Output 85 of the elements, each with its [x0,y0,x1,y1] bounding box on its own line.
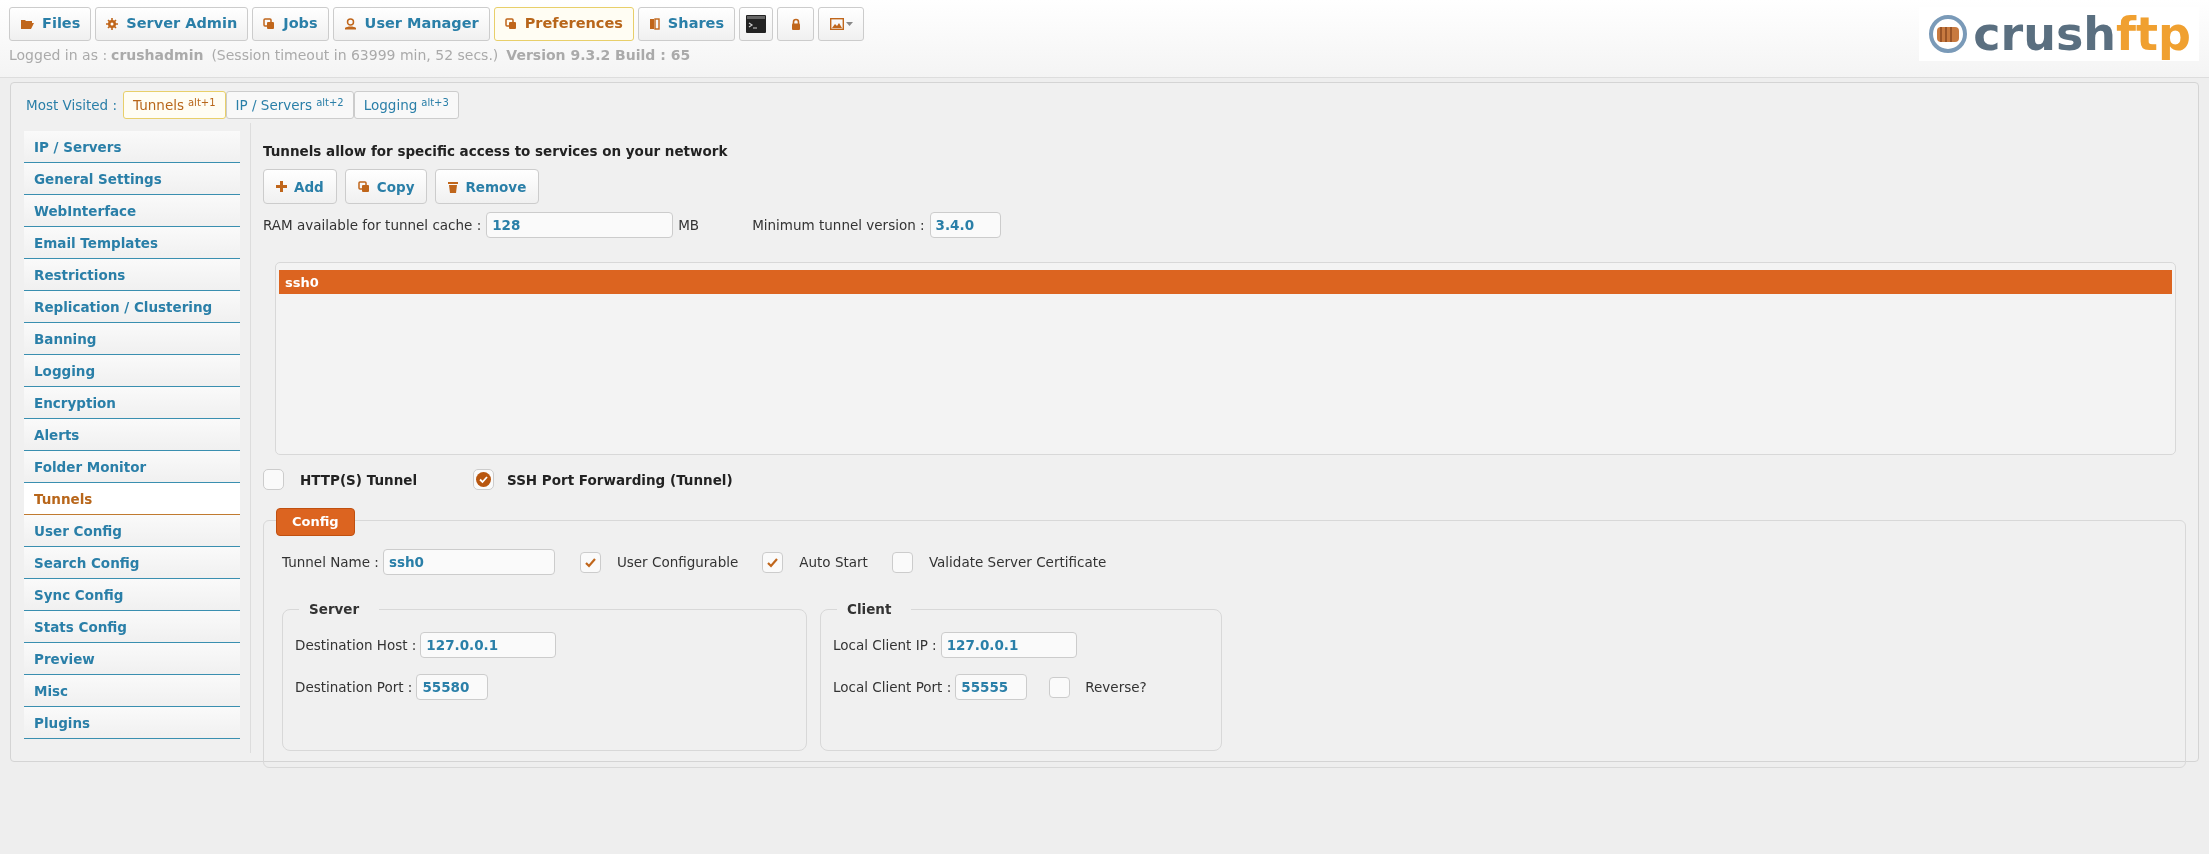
nav-button[interactable]: User Manager [332,7,490,41]
image-dropdown-button[interactable] [818,7,865,41]
book-icon [648,18,660,30]
gear-icon [106,18,119,30]
caret-icon [845,22,853,26]
checkmark-icon [766,556,780,568]
input-field[interactable]: 55555 [955,674,1028,701]
checkbox-label: User Configurable [616,553,739,573]
session-timeout: (Session timeout in 63999 min, 52 secs.) [211,46,499,65]
most-visited-label: Most Visited : [26,95,117,115]
copy-icon [504,18,517,30]
copy-icon [263,18,276,30]
sidebar-item[interactable]: User Config [24,515,240,547]
checkmark-icon [583,556,597,568]
sidebar-item[interactable]: Logging [24,355,240,387]
field-label: Destination Host : [295,636,417,656]
lock-button[interactable] [777,7,815,41]
checked-dot-icon [476,472,492,488]
input-field[interactable]: 127.0.0.1 [940,632,1077,659]
field-label: RAM available for tunnel cache : [263,216,482,236]
session-label: Logged in as : [9,46,108,65]
sidebar-item[interactable]: Banning [24,323,240,355]
nav-button[interactable]: Shares [637,7,736,41]
radio-button[interactable] [473,469,495,491]
user-icon [343,18,357,30]
sidebar-item[interactable]: Tunnels [24,483,240,515]
terminal-icon [746,15,767,33]
sidebar-item[interactable]: Email Templates [24,227,240,259]
copy-icon [357,180,370,193]
terminal-button[interactable] [739,7,774,41]
tunnel-list-item[interactable]: ssh0 [279,270,2172,295]
description-text: Tunnels allow for specific access to services on your network [263,142,729,161]
checkbox-label: Auto Start [799,553,868,573]
field-label: Local Client IP : [833,636,937,656]
field-label: Local Client Port : [833,678,952,698]
checkbox[interactable] [1049,676,1071,698]
sidebar-item[interactable]: Plugins [24,707,240,739]
sidebar-item[interactable]: IP / Servers [24,131,240,163]
nav-button[interactable]: Jobs [252,7,329,41]
radio-button[interactable] [263,469,284,491]
checkbox[interactable] [579,551,601,573]
sidebar-item[interactable]: Replication / Clustering [24,291,240,323]
checkbox[interactable] [762,551,784,573]
action-button[interactable]: Copy [344,169,428,205]
sidebar-item[interactable]: General Settings [24,163,240,195]
unit-label: MB [678,216,700,236]
quick-tab[interactable]: Logging alt+3 [353,90,459,120]
checkbox-label: Validate Server Certificate [928,553,1107,573]
version-label: Version 9.3.2 Build : 65 [506,46,691,65]
checkbox-label: Reverse? [1085,678,1147,698]
sidebar-item[interactable]: Misc [24,675,240,707]
sidebar-item[interactable]: Restrictions [24,259,240,291]
sidebar-item[interactable]: Preview [24,643,240,675]
radio-label: SSH Port Forwarding (Tunnel) [507,470,733,490]
input-field[interactable]: 3.4.0 [929,212,1001,239]
sidebar-item[interactable]: Stats Config [24,611,240,643]
sidebar-item[interactable]: Folder Monitor [24,451,240,483]
sidebar-item[interactable]: WebInterface [24,195,240,227]
nav-button[interactable]: Server Admin [95,7,249,41]
nav-button[interactable]: Files [9,7,92,41]
field-label: Tunnel Name : [282,553,379,573]
username: crushadmin [111,46,204,65]
sidebar-item[interactable]: Search Config [24,547,240,579]
input-field[interactable]: ssh0 [382,549,555,576]
radio-label: HTTP(S) Tunnel [300,470,418,490]
image-icon [829,18,844,30]
quick-tab[interactable]: Tunnels alt+1 [123,90,226,120]
input-field[interactable]: 128 [486,212,674,239]
action-button[interactable]: Add [263,169,337,205]
nav-button[interactable]: Preferences [493,7,634,41]
folder-icon [20,18,34,30]
field-label: Minimum tunnel version : [752,216,925,236]
action-button[interactable]: Remove [435,169,540,205]
trash-icon [448,180,459,193]
input-field[interactable]: 55580 [416,674,489,701]
plus-icon [276,181,287,193]
quick-tab[interactable]: IP / Servers alt+2 [225,90,354,120]
sidebar-item[interactable]: Encryption [24,387,240,419]
checkbox[interactable] [891,551,913,573]
lock-icon [790,18,801,30]
input-field[interactable]: 127.0.0.1 [420,632,557,659]
field-label: Destination Port : [295,678,413,698]
sidebar-item[interactable]: Alerts [24,419,240,451]
config-legend: Config [276,508,355,536]
sidebar-item[interactable]: Sync Config [24,579,240,611]
